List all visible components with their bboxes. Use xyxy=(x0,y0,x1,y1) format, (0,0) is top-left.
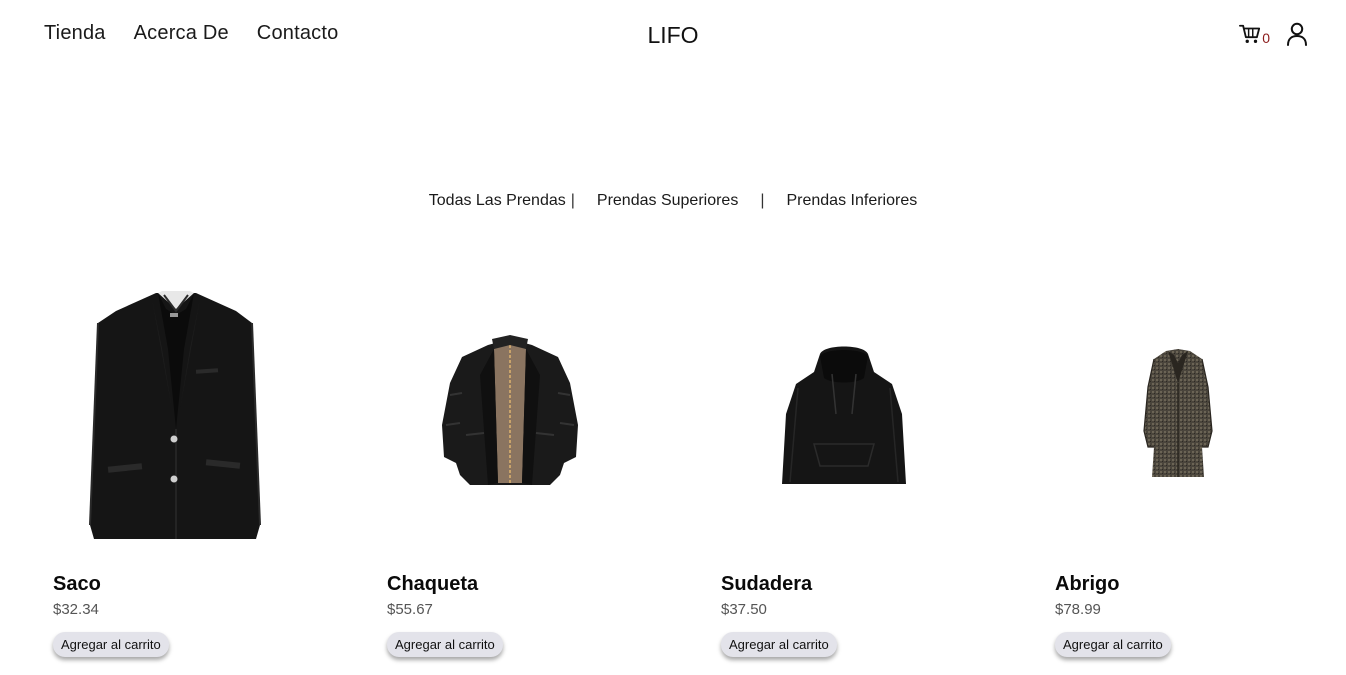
product-price: $55.67 xyxy=(387,601,433,618)
product-name: Sudadera xyxy=(721,573,813,595)
product-card: Chaqueta $55.67 Agregar al carrito xyxy=(387,285,721,665)
category-filter-bar: Todas Las Prendas | Prendas Superiores |… xyxy=(0,192,1346,210)
product-card: Sudadera $37.50 Agregar al carrito xyxy=(721,285,1055,665)
nav-link-contacto[interactable]: Contacto xyxy=(257,22,339,45)
product-image-blazer[interactable] xyxy=(53,285,298,545)
product-price: $78.99 xyxy=(1055,601,1101,618)
cart-button[interactable]: 0 xyxy=(1239,23,1270,45)
filter-bottoms[interactable]: Prendas Inferiores xyxy=(784,192,919,210)
add-to-cart-button[interactable]: Agregar al carrito xyxy=(387,632,503,657)
tweed-coat-image xyxy=(1142,349,1213,477)
product-name: Chaqueta xyxy=(387,573,479,595)
main-nav: Tienda Acerca De Contacto xyxy=(44,22,338,45)
user-icon xyxy=(1287,22,1307,46)
product-name: Saco xyxy=(53,573,101,595)
filter-tops[interactable]: Prendas Superiores xyxy=(595,192,740,210)
filter-all[interactable]: Todas Las Prendas xyxy=(427,192,568,210)
black-hoodie-image xyxy=(781,346,906,484)
brand-logo[interactable]: LIFO xyxy=(647,22,698,48)
add-to-cart-button[interactable]: Agregar al carrito xyxy=(1055,632,1171,657)
nav-link-tienda[interactable]: Tienda xyxy=(44,22,106,45)
product-card: Abrigo $78.99 Agregar al carrito xyxy=(1055,285,1346,665)
product-card: Saco $32.34 Agregar al carrito xyxy=(53,285,387,665)
top-navigation: Tienda Acerca De Contacto LIFO 0 xyxy=(0,0,1346,72)
product-image-jacket[interactable] xyxy=(387,285,632,545)
product-grid: Saco $32.34 Agregar al carrito Chaqueta … xyxy=(53,285,1346,665)
filter-separator: | xyxy=(570,192,575,209)
cart-icon xyxy=(1239,24,1261,43)
product-price: $37.50 xyxy=(721,601,767,618)
add-to-cart-button[interactable]: Agregar al carrito xyxy=(53,632,169,657)
black-jacket-image xyxy=(441,335,578,485)
cart-count-badge: 0 xyxy=(1262,30,1270,46)
add-to-cart-button[interactable]: Agregar al carrito xyxy=(721,632,837,657)
nav-actions: 0 xyxy=(1239,22,1308,46)
black-blazer-image xyxy=(88,291,261,539)
product-image-coat[interactable] xyxy=(1055,285,1300,545)
nav-link-acerca-de[interactable]: Acerca De xyxy=(134,22,229,45)
product-name: Abrigo xyxy=(1055,573,1120,595)
user-account-button[interactable] xyxy=(1286,22,1308,46)
filter-separator: | xyxy=(760,192,765,209)
product-price: $32.34 xyxy=(53,601,99,618)
product-image-hoodie[interactable] xyxy=(721,285,966,545)
